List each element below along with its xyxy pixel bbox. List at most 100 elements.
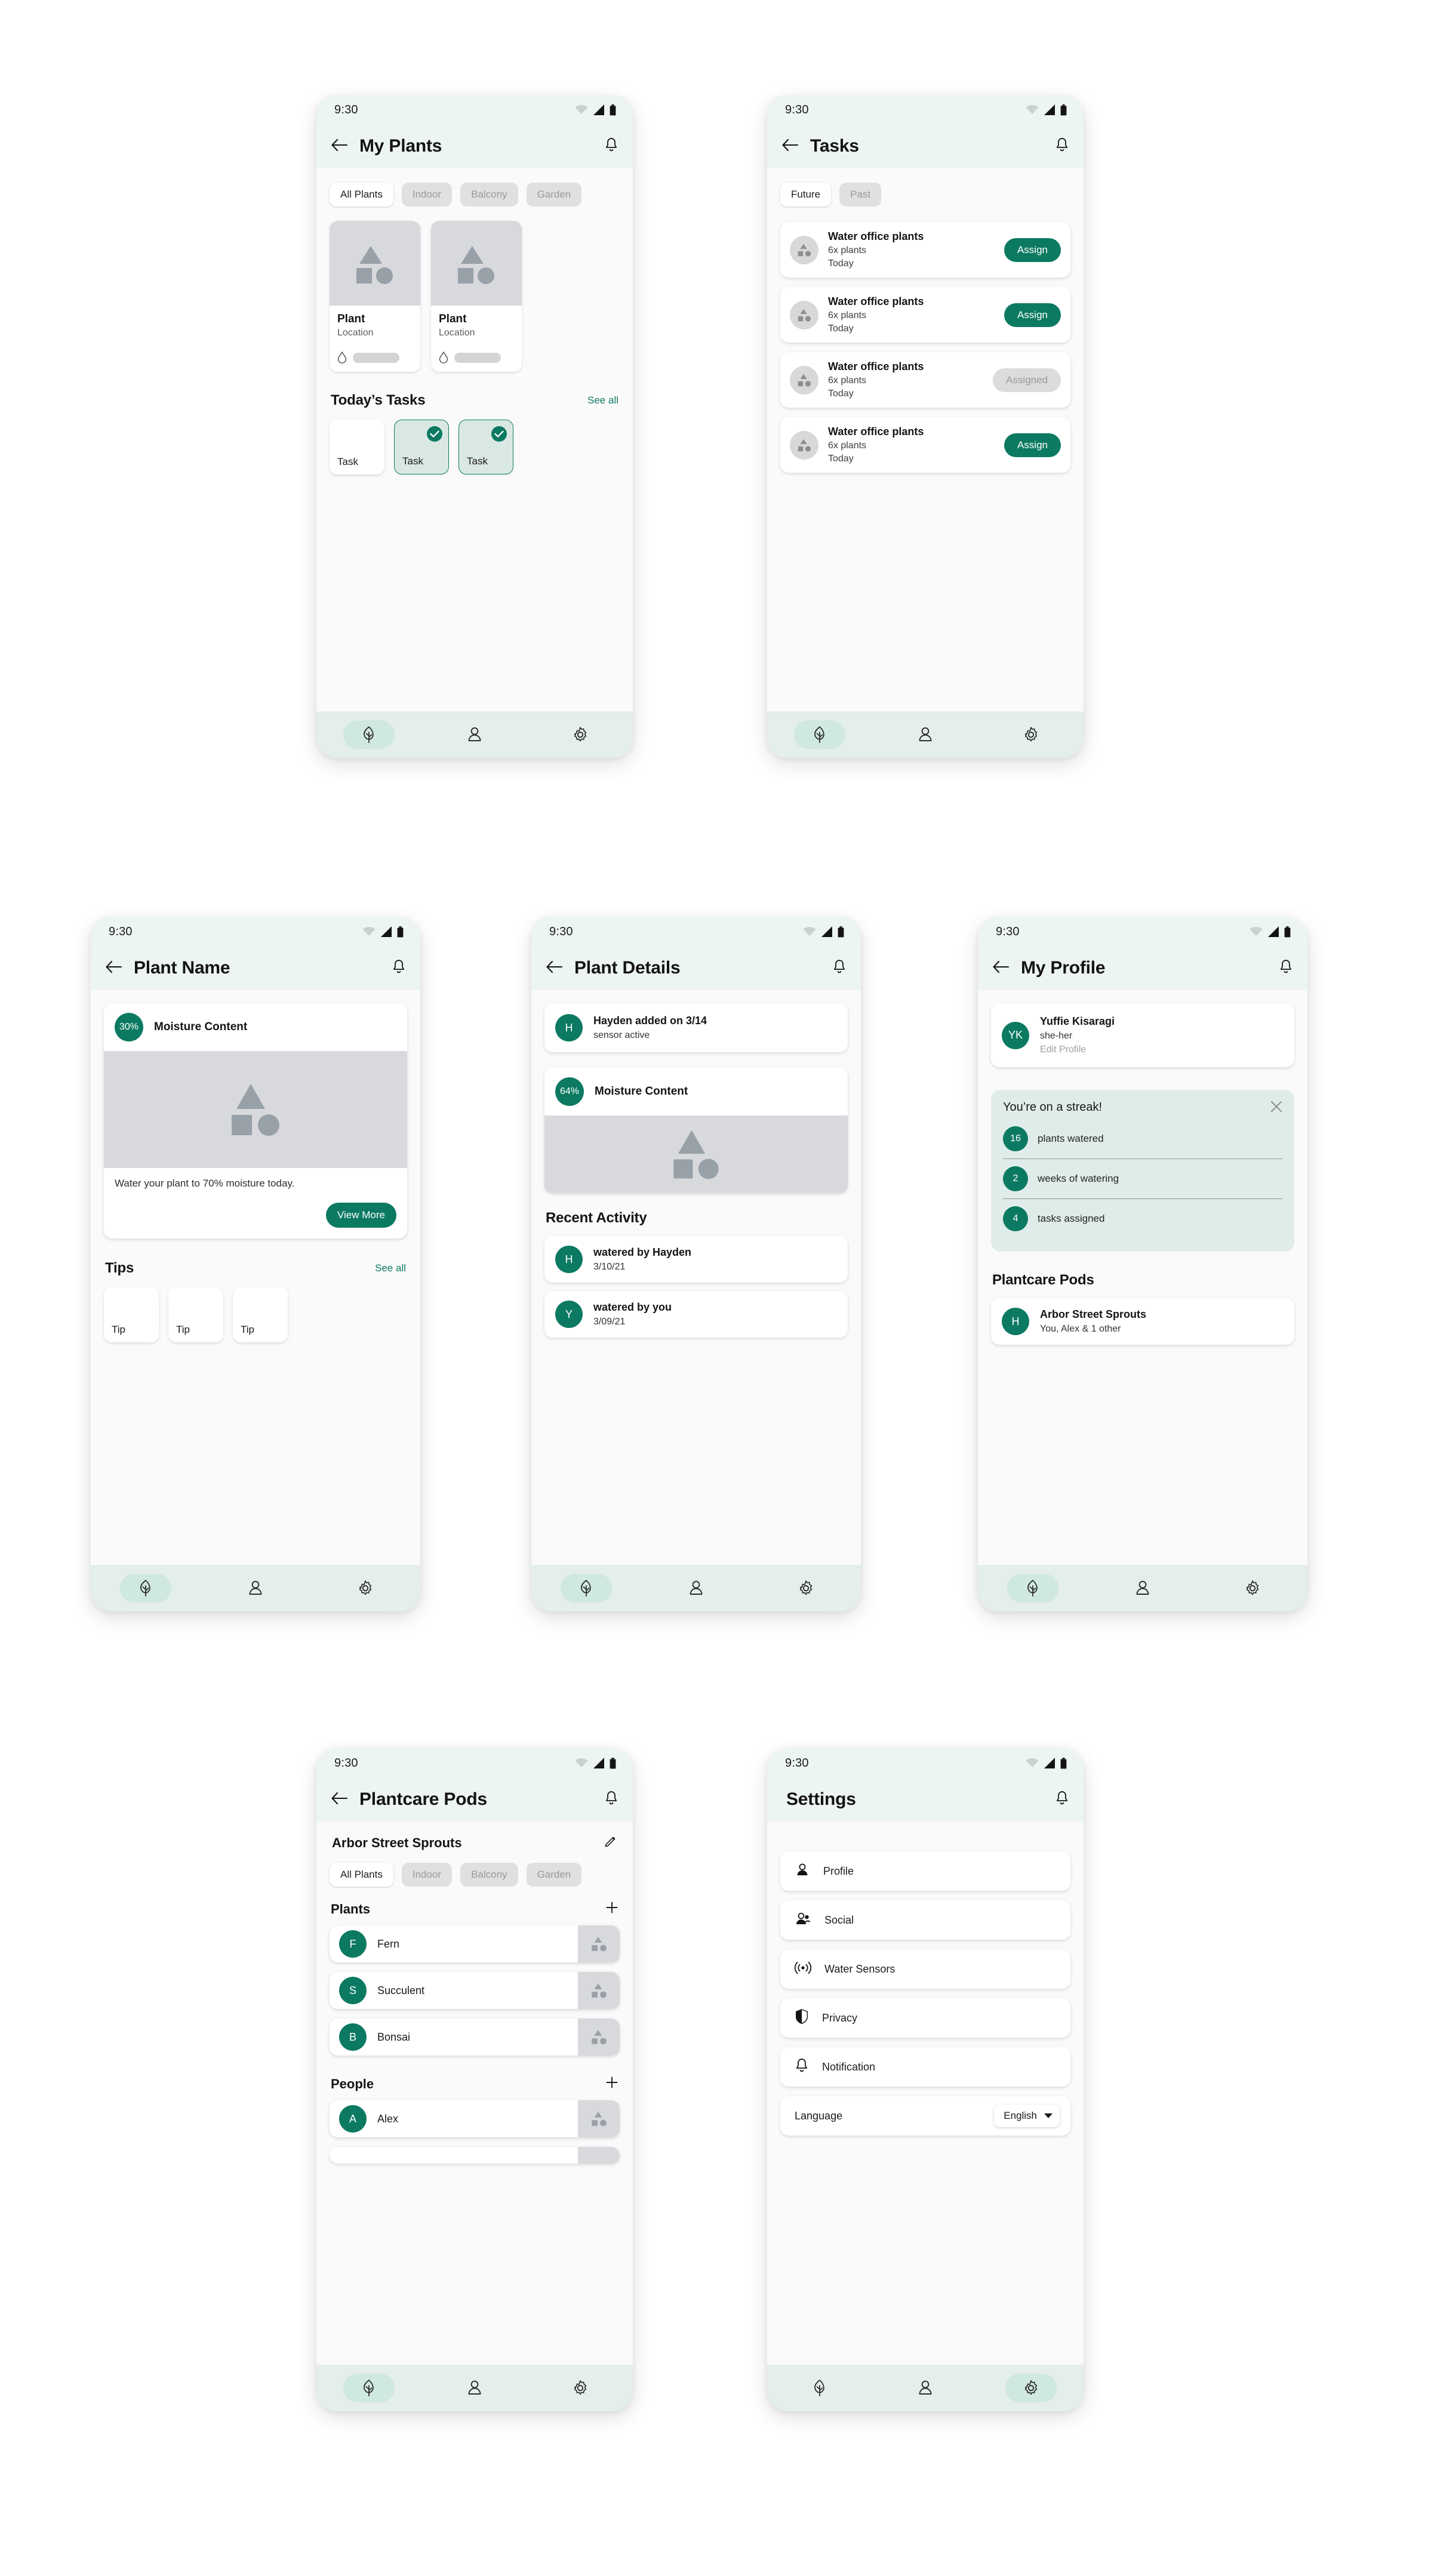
task-tile[interactable]: Task <box>458 420 513 474</box>
nav-item-plants[interactable] <box>91 1574 201 1603</box>
edit-profile-link[interactable]: Edit Profile <box>1040 1044 1115 1055</box>
leaf-icon <box>1027 1579 1038 1597</box>
see-all-link[interactable]: See all <box>375 1262 406 1274</box>
task-tile[interactable]: Task <box>330 420 384 474</box>
section-title: Recent Activity <box>546 1210 647 1226</box>
activity-row[interactable]: H watered by Hayden 3/10/21 <box>544 1236 848 1283</box>
pencil-icon[interactable] <box>604 1835 617 1851</box>
task-row[interactable]: Water office plants 6x plants Today Assi… <box>780 352 1070 408</box>
bell-icon[interactable] <box>832 959 847 978</box>
back-arrow-icon[interactable] <box>546 960 563 976</box>
nav-item-profile[interactable] <box>422 720 528 749</box>
nav-item-profile[interactable] <box>201 1574 310 1603</box>
plant-card[interactable]: Plant Location <box>330 221 420 372</box>
view-more-button[interactable]: View More <box>326 1203 396 1228</box>
task-row[interactable]: Water office plants 6x plants Today Assi… <box>780 417 1070 473</box>
added-title: Hayden added on 3/14 <box>593 1015 707 1027</box>
pod-card[interactable]: H Arbor Street Sprouts You, Alex & 1 oth… <box>991 1298 1294 1345</box>
nav-item-profile[interactable] <box>1088 1574 1198 1603</box>
setting-row-notification[interactable]: Notification <box>780 2047 1070 2087</box>
gear-icon <box>574 726 586 742</box>
plant-card[interactable]: Plant Location <box>431 221 522 372</box>
tip-tile[interactable]: Tip <box>104 1287 159 1342</box>
plus-icon[interactable] <box>605 1901 618 1917</box>
back-arrow-icon[interactable] <box>992 960 1010 976</box>
chip-indoor[interactable]: Indoor <box>401 183 453 207</box>
back-arrow-icon[interactable] <box>781 138 799 155</box>
nav-item-plants[interactable] <box>978 1574 1088 1603</box>
chip-garden[interactable]: Garden <box>526 183 582 207</box>
nav-item-plants[interactable] <box>767 720 873 749</box>
bell-icon[interactable] <box>604 1791 618 1809</box>
assign-button[interactable]: Assign <box>1004 238 1061 262</box>
bell-icon[interactable] <box>1279 959 1293 978</box>
chip-balcony[interactable]: Balcony <box>460 1863 518 1887</box>
screen-body: Profile Social Water Sensors Privacy Not… <box>767 1822 1084 2365</box>
assign-button[interactable]: Assign <box>1004 433 1061 457</box>
app-bar: Settings <box>767 1777 1084 1822</box>
nav-item-plants[interactable] <box>316 2374 422 2402</box>
task-when: Today <box>828 454 854 464</box>
nav-item-settings[interactable] <box>978 720 1084 749</box>
chip-all-plants[interactable]: All Plants <box>330 1863 393 1887</box>
profile-card[interactable]: YK Yuffie Kisaragi she-her Edit Profile <box>991 1003 1294 1067</box>
task-row[interactable]: Water office plants 6x plants Today Assi… <box>780 222 1070 278</box>
nav-item-profile[interactable] <box>873 720 978 749</box>
tips-header: Tips See all <box>91 1260 420 1277</box>
chip-balcony[interactable]: Balcony <box>460 183 518 207</box>
setting-row-profile[interactable]: Profile <box>780 1851 1070 1891</box>
setting-row-privacy[interactable]: Privacy <box>780 1998 1070 2038</box>
nav-item-profile[interactable] <box>641 1574 751 1603</box>
bell-icon[interactable] <box>604 137 618 156</box>
nav-item-settings[interactable] <box>310 1574 420 1603</box>
chip-all-plants[interactable]: All Plants <box>330 183 393 207</box>
assign-button[interactable]: Assign <box>1004 303 1061 327</box>
task-tile[interactable]: Task <box>394 420 449 474</box>
tip-tile[interactable]: Tip <box>233 1287 288 1342</box>
chip-garden[interactable]: Garden <box>526 1863 582 1887</box>
plant-row[interactable]: B Bonsai <box>330 2019 620 2056</box>
bell-icon[interactable] <box>1055 1791 1069 1809</box>
tip-tile[interactable]: Tip <box>168 1287 223 1342</box>
nav-item-profile[interactable] <box>873 2374 978 2402</box>
see-all-link[interactable]: See all <box>587 395 618 406</box>
nav-item-settings[interactable] <box>527 2374 633 2402</box>
nav-item-plants[interactable] <box>316 720 422 749</box>
person-icon <box>1136 1580 1149 1595</box>
back-arrow-icon[interactable] <box>331 138 348 155</box>
bell-icon[interactable] <box>392 959 406 978</box>
chip-past[interactable]: Past <box>839 183 882 207</box>
nav-item-settings[interactable] <box>751 1574 861 1603</box>
nav-item-settings[interactable] <box>1198 1574 1307 1603</box>
back-arrow-icon[interactable] <box>331 1792 348 1808</box>
person-row-partial[interactable] <box>330 2147 620 2164</box>
language-select[interactable]: English <box>994 2104 1060 2127</box>
setting-row-water-sensors[interactable]: Water Sensors <box>780 1949 1070 1989</box>
moisture-bar <box>454 352 501 363</box>
back-arrow-icon[interactable] <box>105 960 122 976</box>
moisture-percent-badge: 64% <box>555 1077 584 1106</box>
pod-name-row: Arbor Street Sprouts <box>316 1835 633 1851</box>
wifi-icon <box>1026 1758 1039 1768</box>
chip-indoor[interactable]: Indoor <box>401 1863 453 1887</box>
plant-row[interactable]: S Succulent <box>330 1972 620 2009</box>
plus-icon[interactable] <box>605 2076 618 2092</box>
task-row[interactable]: Water office plants 6x plants Today Assi… <box>780 287 1070 343</box>
nav-item-plants[interactable] <box>767 2374 873 2402</box>
nav-item-settings[interactable] <box>527 720 633 749</box>
chip-future[interactable]: Future <box>780 183 832 207</box>
setting-row-language[interactable]: Language English <box>780 2096 1070 2136</box>
activity-row[interactable]: Y watered by you 3/09/21 <box>544 1291 848 1338</box>
status-time: 9:30 <box>785 1756 809 1770</box>
setting-row-social[interactable]: Social <box>780 1900 1070 1940</box>
nav-item-profile[interactable] <box>422 2374 528 2402</box>
bell-icon[interactable] <box>1055 137 1069 156</box>
person-row[interactable]: A Alex <box>330 2100 620 2137</box>
avatar-initial: Y <box>555 1301 583 1328</box>
close-icon[interactable] <box>1270 1101 1282 1116</box>
shapes-placeholder-icon <box>458 246 494 284</box>
nav-item-settings[interactable] <box>978 2374 1084 2402</box>
nav-item-plants[interactable] <box>531 1574 641 1603</box>
plant-row[interactable]: F Fern <box>330 1925 620 1962</box>
cell-signal-icon <box>593 1758 604 1768</box>
